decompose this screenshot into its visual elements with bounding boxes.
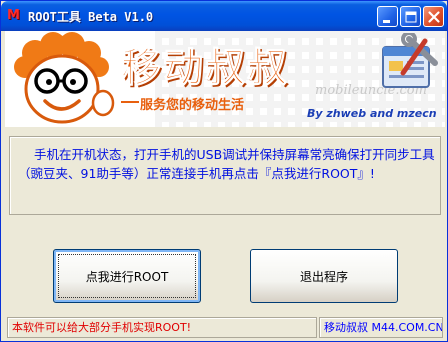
exit-button[interactable]: 退出程序 — [250, 249, 398, 303]
status-bar: 本软件可以给大部分手机实现ROOT! 移动叔叔 M44.COM.CN — [5, 317, 445, 339]
mascot-logo — [14, 32, 115, 124]
minimize-button[interactable] — [377, 6, 398, 27]
settings-tools-icon — [382, 33, 438, 88]
instruction-text: 手机在开机状态，打开手机的USB调试并保持屏幕常亮确保打开同步工具（豌豆夹、91… — [18, 147, 435, 181]
app-logo-icon: M — [7, 8, 20, 23]
brand-name: 移动叔叔 — [121, 45, 289, 92]
slogan: 服务您的移动生活 — [140, 98, 245, 113]
app-window: M ROOT工具 Beta V1.0 移动叔叔 服务您的移动生活 mobileu… — [0, 0, 448, 342]
focus-rectangle — [58, 254, 196, 298]
root-button[interactable]: 点我进行ROOT — [53, 249, 201, 303]
status-site-link[interactable]: 移动叔叔 M44.COM.CN — [319, 317, 443, 338]
slogan-divider-left — [121, 101, 139, 103]
title-bar[interactable]: M ROOT工具 Beta V1.0 — [1, 1, 447, 31]
byline: By zhweb and mzecn — [307, 107, 437, 120]
close-button[interactable] — [423, 6, 444, 27]
maximize-button[interactable] — [400, 6, 421, 27]
exit-button-label: 退出程序 — [299, 269, 348, 284]
close-icon — [428, 11, 440, 23]
instruction-panel: 手机在开机状态，打开手机的USB调试并保持屏幕常亮确保打开同步工具（豌豆夹、91… — [9, 136, 441, 215]
window-title: ROOT工具 Beta V1.0 — [28, 10, 154, 24]
maximize-icon — [405, 11, 417, 23]
status-message: 本软件可以给大部分手机实现ROOT! — [7, 317, 317, 338]
minimize-icon — [383, 20, 390, 23]
banner: 移动叔叔 服务您的移动生活 mobileuncle.com By zhweb a… — [5, 31, 445, 127]
